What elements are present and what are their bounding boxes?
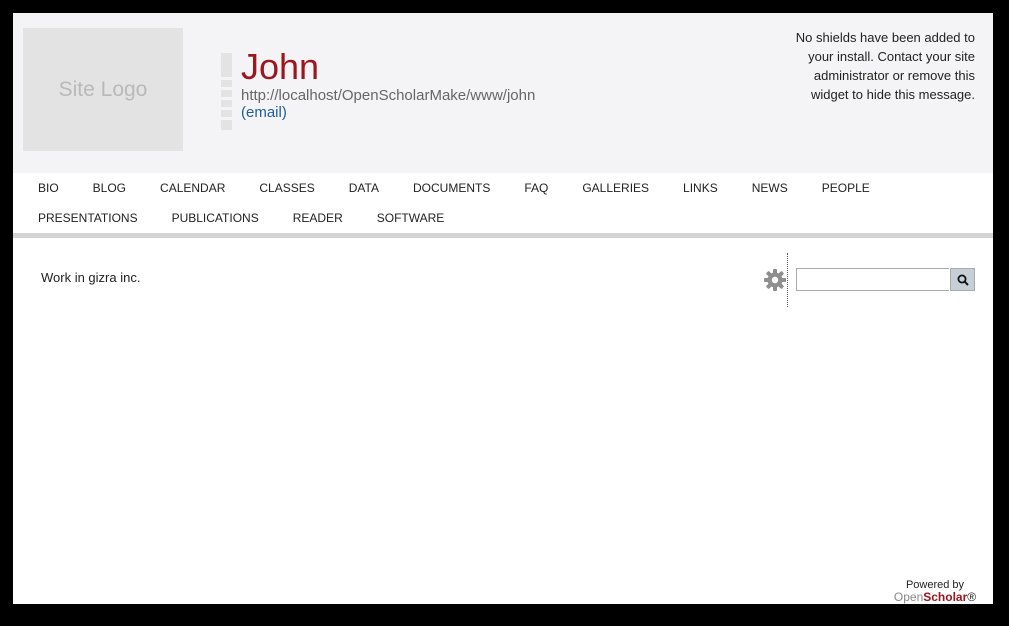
header-decoration-bars xyxy=(221,53,232,133)
nav-item-people[interactable]: PEOPLE xyxy=(805,181,887,195)
brand-open: Open xyxy=(893,590,924,604)
nav-item-calendar[interactable]: CALENDAR xyxy=(143,181,242,195)
nav-item-links[interactable]: LINKS xyxy=(666,181,735,195)
nav-item-reader[interactable]: READER xyxy=(276,211,360,225)
nav-row-2: PRESENTATIONS PUBLICATIONS READER SOFTWA… xyxy=(13,203,461,233)
nav-item-galleries[interactable]: GALLERIES xyxy=(565,181,666,195)
nav-item-publications[interactable]: PUBLICATIONS xyxy=(155,211,276,225)
shields-message: No shields have been added to your insta… xyxy=(795,30,975,102)
nav-item-news[interactable]: NEWS xyxy=(735,181,805,195)
site-logo[interactable]: Site Logo xyxy=(23,28,183,151)
brand-scholar: Scholar xyxy=(923,590,968,604)
gear-icon[interactable] xyxy=(763,268,787,292)
brand-mark: ® xyxy=(967,590,977,604)
main-body-text: Work in gizra inc. xyxy=(41,270,141,285)
nav-item-documents[interactable]: DOCUMENTS xyxy=(396,181,507,195)
nav-item-presentations[interactable]: PRESENTATIONS xyxy=(13,211,155,225)
search-button[interactable] xyxy=(950,268,975,291)
nav-item-data[interactable]: DATA xyxy=(332,181,396,195)
nav-item-classes[interactable]: CLASSES xyxy=(242,181,331,195)
sidebar-divider xyxy=(787,253,788,307)
page: Site Logo John http://localhost/OpenScho… xyxy=(13,13,993,604)
nav-item-faq[interactable]: FAQ xyxy=(507,181,565,195)
nav-item-blog[interactable]: BLOG xyxy=(76,181,143,195)
nav-row-1: BIO BLOG CALENDAR CLASSES DATA DOCUMENTS… xyxy=(13,173,887,203)
powered-by-badge[interactable]: Powered by OpenScholar® xyxy=(890,579,980,603)
search-icon xyxy=(957,274,969,286)
search-input[interactable] xyxy=(796,268,949,291)
openscholar-logo: OpenScholar® xyxy=(890,591,980,603)
nav-item-bio[interactable]: BIO xyxy=(13,181,76,195)
site-logo-text: Site Logo xyxy=(58,77,148,101)
main-nav: BIO BLOG CALENDAR CLASSES DATA DOCUMENTS… xyxy=(13,173,993,238)
search-form xyxy=(796,268,975,292)
nav-item-software[interactable]: SOFTWARE xyxy=(360,211,462,225)
site-header: Site Logo John http://localhost/OpenScho… xyxy=(13,13,993,173)
site-name[interactable]: John xyxy=(241,47,319,87)
site-url: http://localhost/OpenScholarMake/www/joh… xyxy=(241,87,536,104)
email-link[interactable]: (email) xyxy=(241,104,287,121)
